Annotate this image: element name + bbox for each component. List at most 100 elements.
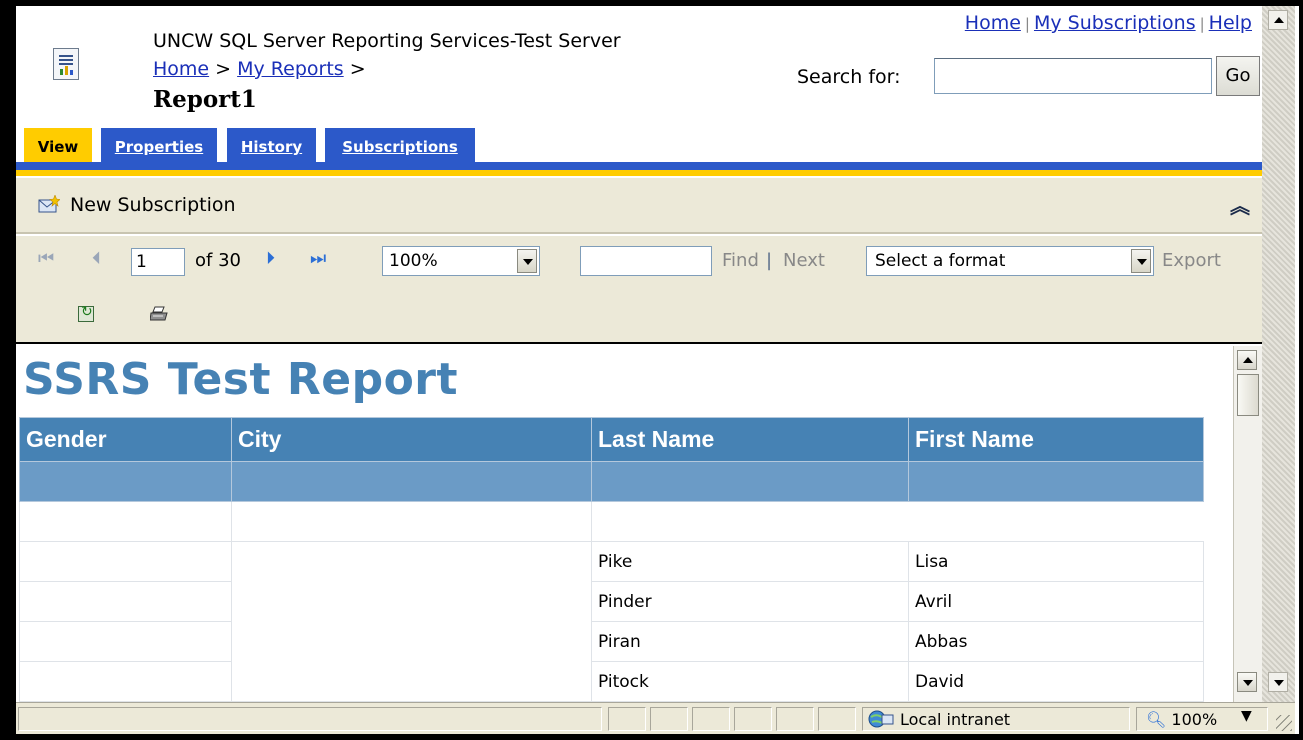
- resize-grip-icon[interactable]: [1276, 715, 1292, 731]
- gender-cell: [19, 621, 232, 662]
- zoom-level-text: 100%: [1171, 710, 1218, 729]
- new-subscription-link[interactable]: New Subscription: [70, 194, 236, 216]
- scroll-down-icon[interactable]: [1237, 672, 1257, 692]
- zoom-value: 100%: [389, 251, 438, 271]
- collapse-icon[interactable]: ︽: [1230, 190, 1250, 219]
- previous-page-icon[interactable]: ⏴: [92, 248, 101, 269]
- last-name-cell: Pike: [591, 541, 909, 582]
- tab-underline: [16, 162, 1262, 170]
- window-scrollbar[interactable]: [1262, 6, 1295, 702]
- home-link[interactable]: Home: [965, 12, 1021, 34]
- first-name-cell: Avril: [908, 581, 1204, 622]
- search-label: Search for:: [797, 66, 901, 88]
- zoom-select[interactable]: 100%: [382, 246, 540, 276]
- table-row: Pitock David: [19, 661, 1204, 702]
- status-cell: [692, 707, 730, 731]
- status-cell: [650, 707, 688, 731]
- find-input[interactable]: [580, 246, 712, 276]
- go-button[interactable]: Go: [1216, 56, 1260, 96]
- gender-cell: [19, 541, 232, 582]
- table-cell: [591, 501, 909, 542]
- action-bar: New Subscription ︽: [16, 178, 1262, 234]
- global-links: Home | My Subscriptions | Help: [965, 12, 1252, 34]
- group-cell: [591, 461, 909, 502]
- my-subscriptions-link[interactable]: My Subscriptions: [1034, 12, 1196, 34]
- intranet-icon: [868, 710, 894, 728]
- gender-cell: [19, 581, 232, 622]
- zoom-level[interactable]: 🔍︎ 100%: [1146, 710, 1217, 729]
- report-scrollbar[interactable]: [1233, 346, 1262, 702]
- status-cell: [776, 707, 814, 731]
- security-zone-label: Local intranet: [900, 710, 1011, 729]
- chevron-down-icon[interactable]: [1131, 249, 1151, 273]
- help-link[interactable]: Help: [1209, 12, 1252, 34]
- last-name-cell: Piran: [591, 621, 909, 662]
- next-page-icon[interactable]: ⏵: [266, 248, 275, 269]
- page-count: of 30: [195, 250, 241, 271]
- table-row: Piran Abbas: [19, 621, 1204, 662]
- group-cell: [231, 461, 592, 502]
- column-header-city: City: [231, 417, 592, 462]
- status-cell: [734, 707, 772, 731]
- table-header-row: Gender City Last Name First Name: [19, 417, 1204, 462]
- table-cell: [231, 501, 592, 542]
- chevron-down-icon[interactable]: [517, 249, 537, 273]
- zoom-in-icon: 🔍︎: [1146, 710, 1167, 729]
- scroll-up-icon[interactable]: [1237, 350, 1257, 370]
- first-name-cell: David: [908, 661, 1204, 702]
- print-icon[interactable]: [150, 306, 168, 322]
- table-row: Pike Lisa: [19, 541, 1204, 702]
- find-separator: |: [766, 250, 773, 271]
- city-cell: [231, 541, 592, 702]
- report-title: SSRS Test Report: [23, 354, 459, 405]
- first-name-cell: Abbas: [908, 621, 1204, 662]
- tab-view[interactable]: View: [24, 128, 92, 162]
- export-format-select[interactable]: Select a format: [866, 246, 1154, 276]
- page-title: Report1: [153, 86, 257, 113]
- table-cell: [908, 501, 1204, 542]
- last-page-icon[interactable]: ⏭: [310, 248, 326, 269]
- first-name-cell: Lisa: [908, 541, 1204, 582]
- find-next-link[interactable]: Next: [783, 250, 825, 271]
- scrollbar-thumb[interactable]: [1237, 374, 1259, 416]
- breadcrumb: Home > My Reports >: [153, 58, 366, 80]
- last-name-cell: Pitock: [591, 661, 909, 702]
- status-cell: [608, 707, 646, 731]
- breadcrumb-home-link[interactable]: Home: [153, 58, 209, 80]
- find-link[interactable]: Find: [722, 250, 759, 271]
- report-table: Gender City Last Name First Name Pike Li…: [19, 417, 1204, 702]
- tab-subscriptions[interactable]: Subscriptions: [325, 128, 475, 162]
- group-header-row: [19, 461, 1204, 502]
- group-cell: [19, 461, 232, 502]
- gender-cell: [19, 661, 232, 702]
- search-input[interactable]: [934, 58, 1212, 94]
- scroll-down-icon[interactable]: [1268, 672, 1288, 692]
- format-value: Select a format: [875, 251, 1006, 271]
- group-cell: [908, 461, 1204, 502]
- first-page-icon[interactable]: ⏮: [38, 248, 54, 269]
- export-link[interactable]: Export: [1162, 250, 1221, 271]
- new-subscription-icon[interactable]: [38, 195, 60, 215]
- page-header: UNCW SQL Server Reporting Services-Test …: [16, 6, 1262, 128]
- tab-strip: View Properties History Subscriptions: [16, 128, 1262, 162]
- tab-properties[interactable]: Properties: [101, 128, 217, 162]
- link-separator: |: [1024, 15, 1030, 33]
- report-icon: [53, 48, 79, 80]
- tab-underline-accent: [16, 170, 1262, 176]
- last-name-cell: Pinder: [591, 581, 909, 622]
- status-cell: [818, 707, 856, 731]
- tab-history[interactable]: History: [227, 128, 316, 162]
- site-title: UNCW SQL Server Reporting Services-Test …: [153, 30, 621, 52]
- chevron-down-icon[interactable]: ▼: [1241, 708, 1252, 724]
- column-header-last-name: Last Name: [591, 417, 909, 462]
- refresh-icon[interactable]: [78, 304, 94, 322]
- breadcrumb-separator: >: [209, 58, 238, 80]
- link-separator: |: [1199, 15, 1205, 33]
- column-header-gender: Gender: [19, 417, 232, 462]
- table-cell: [19, 501, 232, 542]
- scroll-up-icon[interactable]: [1268, 10, 1288, 30]
- table-row: Pinder Avril: [19, 581, 1204, 622]
- page-number-input[interactable]: 1: [131, 248, 185, 276]
- breadcrumb-my-reports-link[interactable]: My Reports: [237, 58, 344, 80]
- report-toolbar: ⏮ ⏴ 1 of 30 ⏵ ⏭ 100% Find | Next Select …: [16, 236, 1262, 344]
